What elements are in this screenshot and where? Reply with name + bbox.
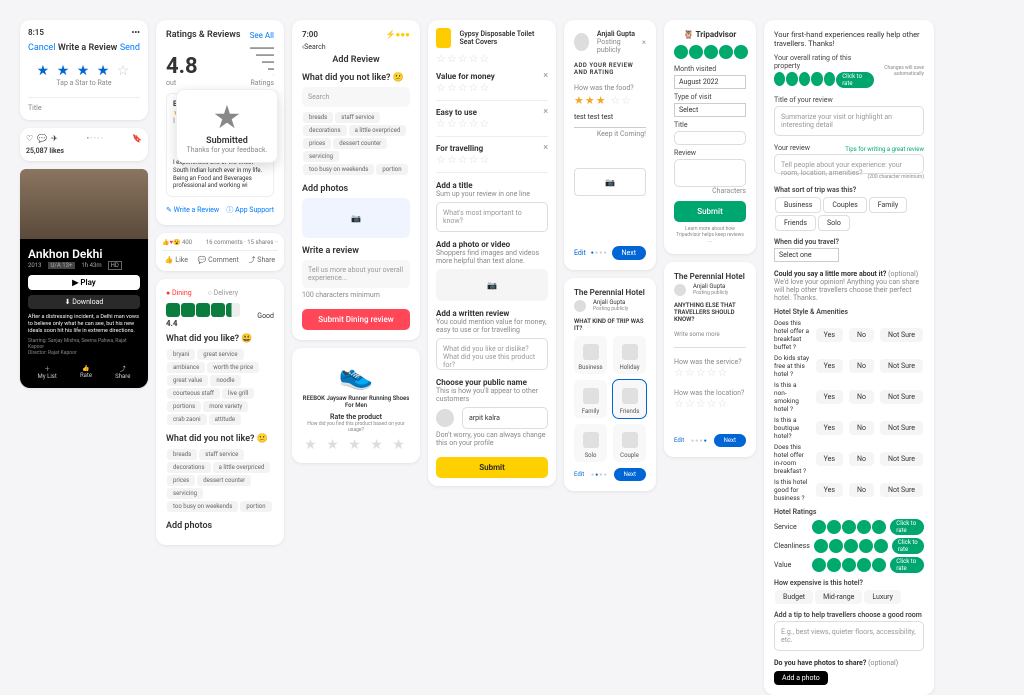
movie-hero [20,169,148,239]
ig-actions: ♡ 💬 ✈ • • • • • 🔖 25,087 likes [20,128,148,161]
time: 8:15 [28,28,44,37]
fb-actions: 👍♥😮 400 16 comments · 15 shares ·· 👍 Lik… [156,233,284,271]
rate-button[interactable]: 👍Rate [80,365,92,379]
when-select[interactable]: Select one [774,248,839,262]
cancel-button[interactable]: Cancel [28,43,55,53]
appstore-rating-card: Ratings & Reviews See All 4.8 out ▬▬▬▬▬▬… [156,20,284,225]
cat-holiday[interactable]: Holiday [613,336,646,374]
cat-business[interactable]: Business [574,336,607,374]
tip-input[interactable]: E.g., best views, quieter floors, access… [774,621,924,651]
flipkart-rate-card: 👟 REEBOK Jaysaw Runner Running Shoes For… [292,348,420,463]
cat-solo[interactable]: Solo [574,424,607,462]
share-button[interactable]: ⤴Share [115,364,130,380]
title-input[interactable]: Summarize your visit or highlight an int… [774,106,924,136]
zomato-review-card: ● Dining ○ Delivery 4.4 Good What did yo… [156,279,284,545]
write-review-link[interactable]: ✎ Write a Review [166,206,219,214]
photo-upload[interactable]: 📷 [436,269,548,301]
share-button[interactable]: ⤴ Share [249,255,276,265]
submit-button[interactable]: Submit [436,457,548,478]
heart-icon[interactable]: ♡ [26,134,33,143]
avatar [436,409,454,427]
like-button[interactable]: 👍 Like [165,256,188,264]
mylist-button[interactable]: ＋My List [38,364,57,380]
movie-title: Ankhon Dekhi [28,247,140,261]
cat-couple[interactable]: Couple [613,424,646,462]
review-input[interactable] [674,159,746,187]
tripadvisor-form: 🦉 Tripadvisor Month visited August 2022 … [664,20,756,254]
ios-review-card: 8:15••• Cancel Write a Review Send ★ ★ ★… [20,20,148,120]
photo-upload[interactable]: 📷 [574,168,646,196]
page-title: Write a Review [58,43,117,53]
review-input[interactable]: Tell people about your experience: your … [774,154,924,174]
name-input[interactable]: arpit kalra [462,407,548,429]
see-all-link[interactable]: See All [250,31,274,40]
send-button[interactable]: Send [120,43,140,53]
cat-family[interactable]: Family [574,380,607,418]
download-button[interactable]: ⬇ Download [28,295,140,309]
edit-button[interactable]: Edit [574,249,586,257]
close-icon[interactable]: × [543,71,548,81]
close-icon[interactable]: × [642,38,646,47]
cat-friends[interactable]: Friends [613,380,646,418]
photo-upload[interactable]: 📷 [302,198,410,238]
submit-button[interactable]: Submit [674,201,746,222]
app-support-link[interactable]: ⓘ App Support [226,205,274,215]
like-tags[interactable]: bryanigreat serviceambianceworth the pri… [166,348,274,426]
comment-icon[interactable]: 💬 [37,134,47,143]
title-input[interactable]: What's most important to know? [436,202,548,232]
bookmark-icon[interactable]: 🔖 [132,134,142,143]
zomato-add-review: 7:00⚡●●● ‹Search Add Review What did you… [292,20,420,340]
title-input[interactable]: Title [28,97,140,112]
review-text[interactable]: What did you like or dislike? What did y… [436,338,548,370]
tripadvisor-long-form: Your first-hand experiences really help … [764,20,934,695]
trip-type-card: The Perennial Hotel Anjali GuptaPosting … [564,278,656,491]
dislike-tags[interactable]: breadsstaff servicedecorationsa little o… [166,448,274,513]
star-rating[interactable]: ★ ★ ★ ★ ★ [302,437,410,453]
ta-rating[interactable] [674,45,748,59]
search-dislike[interactable]: Search [302,87,410,107]
month-select[interactable]: August 2022 [674,75,746,89]
add-photo-button[interactable]: Add a photo [774,671,828,685]
type-select[interactable]: Select [674,103,746,117]
share-icon[interactable]: ✈ [51,134,58,143]
star-rating[interactable]: ★ ★ ★ ★ ☆ [37,63,132,79]
food-stars[interactable]: ★★★ ☆☆ [574,94,646,107]
title-input[interactable] [674,131,746,145]
google-review-card: Anjali GuptaPosting publicly× ADD YOUR R… [564,20,656,270]
amazon-review-card: Gypsy Disposable Toilet Seat Covers ☆☆☆☆… [428,20,556,486]
back-icon[interactable]: ‹Search [302,43,326,51]
review-text[interactable]: Tell us more about your overall experien… [302,260,410,288]
overall-rating[interactable]: Click to rate [774,72,874,88]
play-button[interactable]: ▶ Play [28,275,140,290]
overall-stars[interactable]: ☆☆☆☆☆ [436,52,548,65]
comment-button[interactable]: 💬 Comment [198,256,239,264]
else-know-card: The Perennial Hotel Anjali GuptaPosting … [664,262,756,457]
submit-button[interactable]: Submit Dining review [302,309,410,330]
next-button[interactable]: Next [612,246,646,260]
netflix-card: Ankhon Dekhi 2013 U/A 13+ 1h 43m HD ▶ Pl… [20,169,148,388]
